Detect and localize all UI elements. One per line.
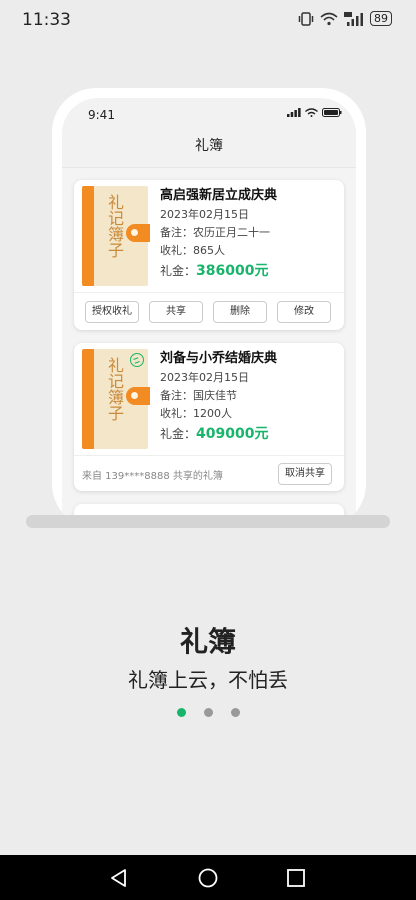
battery-icon: 89 xyxy=(370,11,392,26)
card-amount: 386000元 xyxy=(196,263,269,279)
battery-icon xyxy=(322,108,342,117)
card-actions: 授权收礼 共享 删除 修改 xyxy=(74,292,344,330)
phone-mockup: 9:41 礼簿 礼记簿子 高启强新居立成庆典 2023年02月15日 备注：农历… xyxy=(52,88,366,528)
card-title: 高启强新居立成庆典 xyxy=(160,188,278,203)
card-count: 收礼：865人 xyxy=(160,244,225,257)
delete-button[interactable]: 删除 xyxy=(213,301,267,323)
gift-book-card[interactable]: 礼记簿子 高启强新居立成庆典 2023年02月15日 备注：农历正月二十一 收礼… xyxy=(74,180,344,330)
share-button[interactable]: 共享 xyxy=(149,301,203,323)
card-amount-label: 礼金： xyxy=(160,427,197,441)
pagination-dot[interactable] xyxy=(203,708,213,717)
status-bar: 11:33 89 xyxy=(0,0,416,40)
signal-4g-icon xyxy=(344,11,363,26)
home-icon[interactable] xyxy=(197,867,219,889)
back-icon[interactable] xyxy=(108,867,130,889)
card-amount-label: 礼金： xyxy=(160,264,197,278)
card-amount-row: 礼金：386000元 xyxy=(160,260,340,282)
wifi-icon xyxy=(320,12,338,25)
book-cover-text: 礼记簿子 xyxy=(105,194,124,258)
authorize-button[interactable]: 授权收礼 xyxy=(85,301,139,323)
cellular-icon xyxy=(287,108,301,117)
recents-icon[interactable] xyxy=(285,867,307,889)
status-time: 11:33 xyxy=(22,10,71,30)
phone-screen: 9:41 礼簿 礼记簿子 高启强新居立成庆典 2023年02月15日 备注：农历… xyxy=(62,98,356,518)
card-date: 2023年02月15日 xyxy=(160,208,249,221)
pagination-dots xyxy=(0,708,416,717)
card-note: 备注：国庆佳节 xyxy=(160,389,237,402)
slogan-subtitle: 礼簿上云，不怕丢 xyxy=(128,668,288,692)
book-cover-text: 礼记簿子 xyxy=(105,357,124,421)
inner-page-title: 礼簿 xyxy=(62,128,356,168)
card-footer: 来自 139****8888 共享的礼簿 取消共享 xyxy=(74,455,344,491)
shared-from-text: 来自 139****8888 共享的礼簿 xyxy=(82,471,223,482)
gift-book-card[interactable]: 礼记簿子 刘备与小乔结婚庆典 2023年02月15日 备注：国庆佳节 收礼：12… xyxy=(74,343,344,491)
share-icon xyxy=(130,353,144,367)
book-clasp xyxy=(126,387,150,405)
slogan-title: 礼簿 xyxy=(179,625,236,658)
pagination-dot[interactable] xyxy=(230,708,240,717)
card-count: 收礼：1200人 xyxy=(160,407,232,420)
inner-status-icons xyxy=(287,108,342,117)
card-date: 2023年02月15日 xyxy=(160,371,249,384)
inner-status-time: 9:41 xyxy=(88,108,115,122)
card-info: 刘备与小乔结婚庆典 2023年02月15日 备注：国庆佳节 收礼：1200人 礼… xyxy=(160,349,340,445)
pagination-dot-active[interactable] xyxy=(176,708,186,717)
vibrate-icon xyxy=(298,11,314,26)
wifi-icon xyxy=(305,108,318,117)
cancel-share-button[interactable]: 取消共享 xyxy=(278,463,332,485)
book-cover: 礼记簿子 xyxy=(82,186,150,286)
inner-status-bar: 9:41 xyxy=(62,98,356,128)
edit-button[interactable]: 修改 xyxy=(277,301,331,323)
card-note: 备注：农历正月二十一 xyxy=(160,226,270,239)
book-clasp xyxy=(126,224,150,242)
navigation-bar xyxy=(0,855,416,900)
card-amount: 409000元 xyxy=(196,426,269,442)
card-amount-row: 礼金：409000元 xyxy=(160,423,340,445)
card-title: 刘备与小乔结婚庆典 xyxy=(160,351,278,366)
phone-base-shadow xyxy=(26,515,390,528)
card-info: 高启强新居立成庆典 2023年02月15日 备注：农历正月二十一 收礼：865人… xyxy=(160,186,340,282)
book-cover: 礼记簿子 xyxy=(82,349,150,449)
status-icons: 89 xyxy=(298,11,392,26)
